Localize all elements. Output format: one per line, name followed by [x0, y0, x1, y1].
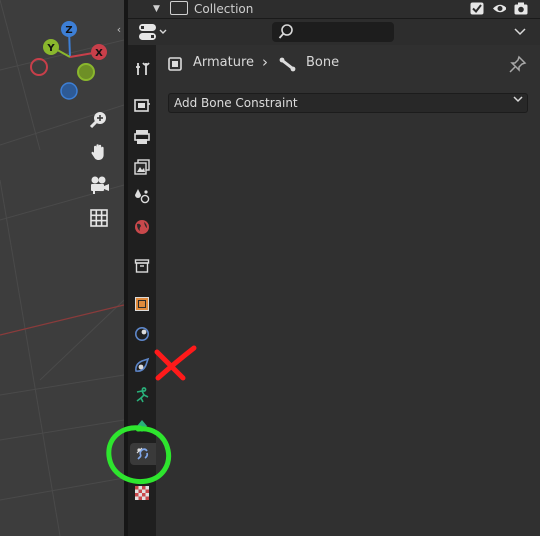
tool-icon[interactable] [131, 58, 153, 80]
collection-icon [170, 1, 188, 15]
bone-constraint-icon[interactable] [130, 443, 156, 465]
properties-header [128, 19, 540, 45]
options-chevron-down-icon[interactable] [508, 22, 532, 42]
z-axis-label: Z [65, 25, 72, 36]
view-layer-icon[interactable] [131, 156, 153, 178]
properties-tabs [128, 45, 156, 536]
checkbox-icon[interactable] [470, 2, 484, 15]
particles-icon[interactable] [131, 354, 153, 376]
world-icon[interactable] [131, 216, 153, 238]
breadcrumb-armature: Armature [193, 55, 255, 70]
output-icon[interactable] [131, 126, 153, 148]
texture-icon[interactable] [131, 482, 153, 504]
add-bone-constraint-dropdown[interactable]: Add Bone Constraint [168, 93, 528, 113]
physics-icon[interactable] [131, 384, 153, 406]
properties-main-panel: Armature › Bone Add Bone Constraint [156, 45, 540, 536]
editor-type-selector[interactable] [136, 21, 170, 43]
breadcrumb-separator: › [262, 53, 268, 71]
chevron-down-icon [513, 96, 523, 107]
search-icon [278, 24, 293, 39]
zoom-icon[interactable] [87, 107, 111, 131]
expand-triangle-icon[interactable]: ▼ [153, 4, 160, 14]
search-input[interactable] [298, 22, 388, 42]
object-icon[interactable] [131, 293, 153, 315]
collection-label[interactable]: Collection [194, 2, 253, 16]
neg-y-handle[interactable] [77, 63, 95, 81]
x-axis-label: X [95, 48, 103, 59]
y-axis-label: Y [46, 43, 55, 54]
pan-hand-icon[interactable] [87, 140, 111, 164]
neg-x-handle[interactable] [30, 58, 48, 76]
3d-viewport[interactable]: Z Y X ‹ [0, 0, 124, 536]
breadcrumb-bone: Bone [306, 55, 340, 70]
ortho-grid-icon[interactable] [87, 206, 111, 230]
render-icon[interactable] [131, 94, 153, 116]
pin-icon[interactable] [508, 55, 528, 73]
search-field[interactable] [272, 22, 394, 42]
scene-icon[interactable] [131, 185, 153, 207]
collapse-region-icon[interactable]: ‹ [114, 22, 124, 38]
modifier-icon[interactable] [131, 323, 153, 345]
add-bone-constraint-label: Add Bone Constraint [174, 96, 298, 110]
neg-z-handle[interactable] [60, 82, 78, 100]
collection-icon[interactable] [131, 255, 153, 277]
armature-data-icon [168, 57, 182, 71]
properties-editor-icon [139, 24, 167, 40]
object-constraint-icon[interactable] [131, 415, 153, 437]
camera-icon[interactable] [514, 2, 528, 15]
eye-icon[interactable] [492, 2, 506, 15]
camera-view-icon[interactable] [87, 173, 111, 197]
breadcrumb: Armature › Bone [156, 51, 540, 75]
navigation-gizmo[interactable]: Z Y X [0, 0, 124, 110]
outliner[interactable]: ▼ Collection [128, 0, 540, 19]
bone-icon [279, 57, 296, 72]
